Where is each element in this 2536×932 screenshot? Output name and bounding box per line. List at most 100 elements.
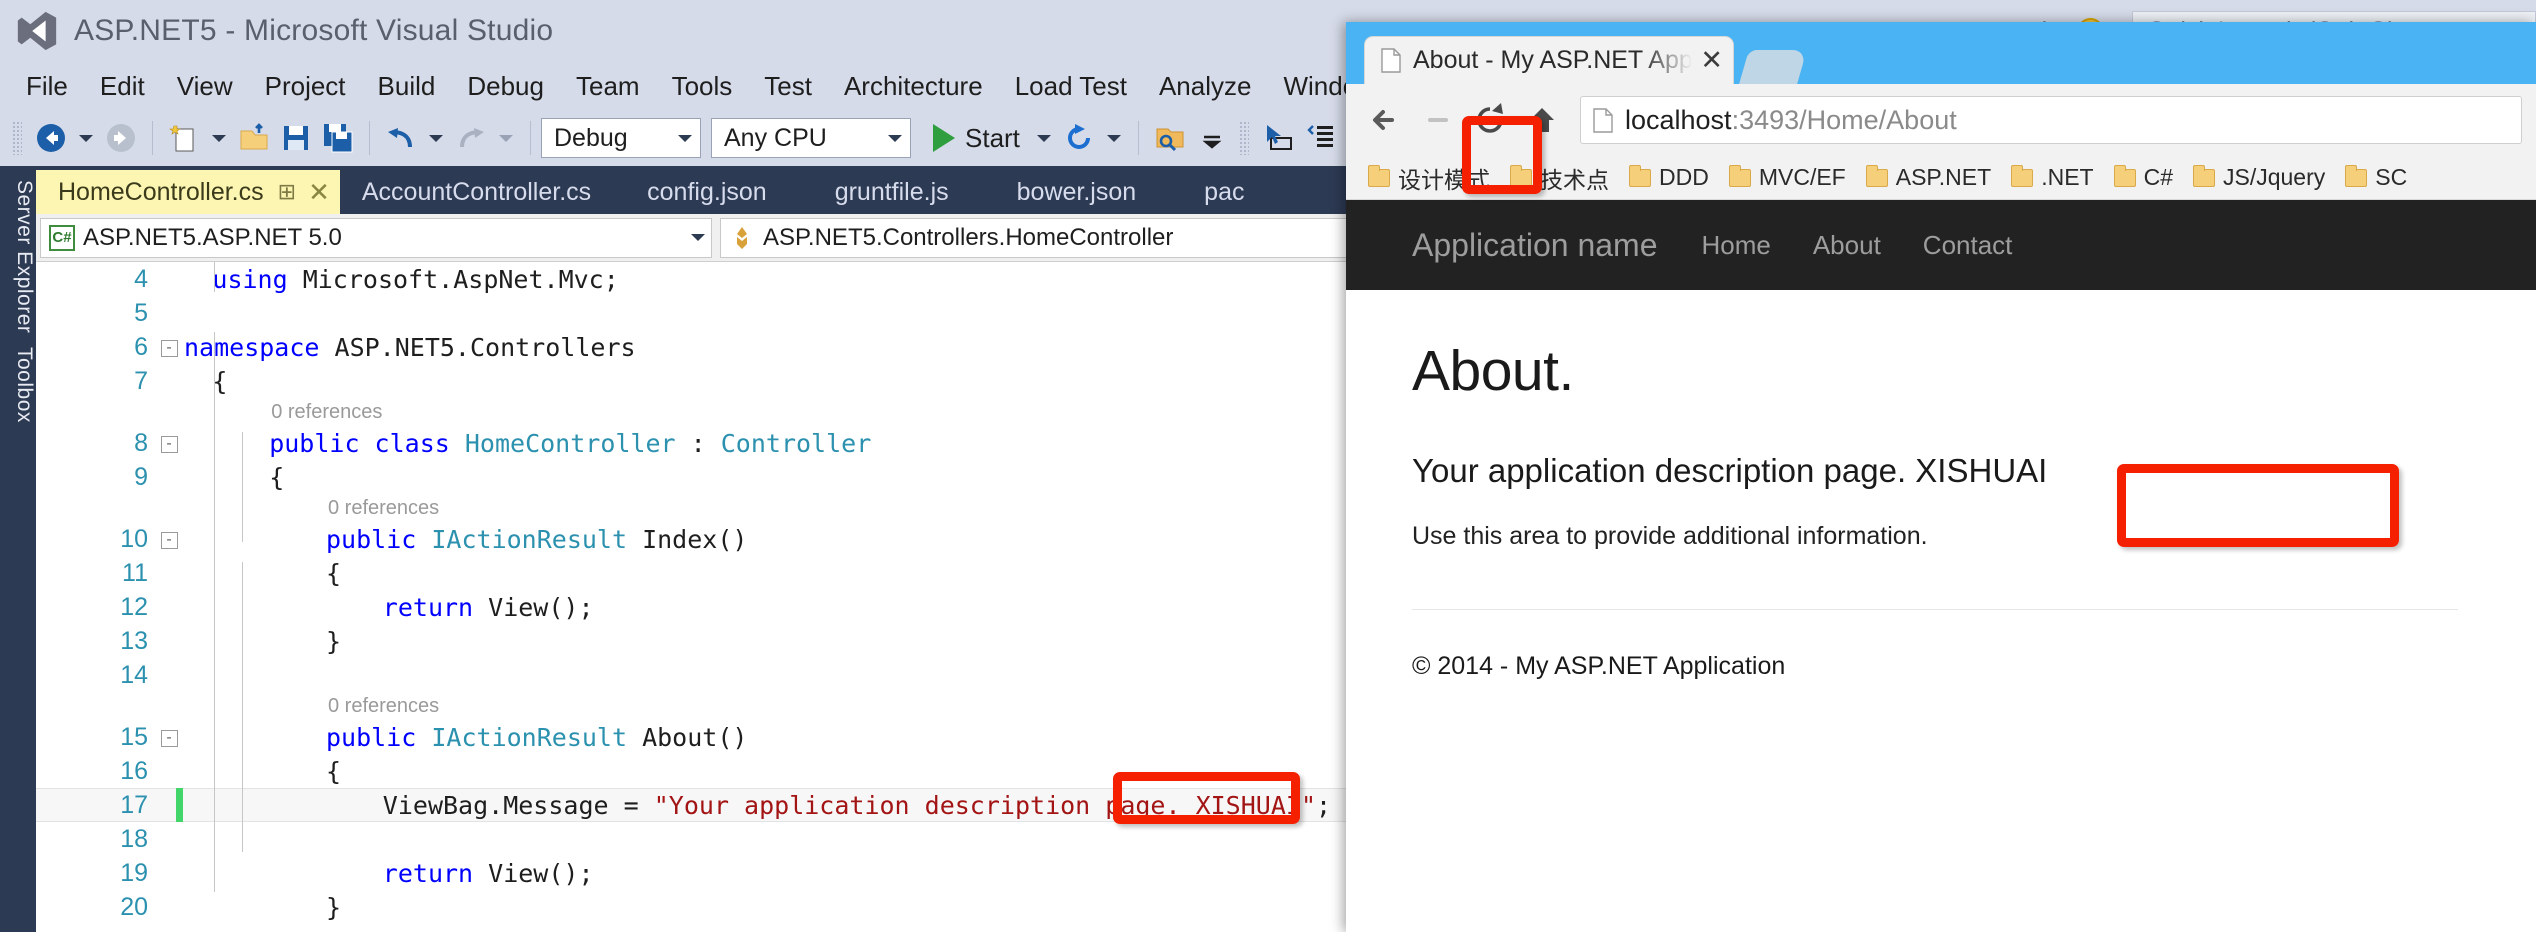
line-number: 14 bbox=[120, 660, 148, 689]
editor-tab-config-json[interactable]: config.json bbox=[613, 170, 801, 214]
bookmark-item[interactable]: ASP.NET bbox=[1856, 164, 2001, 191]
restart-icon[interactable] bbox=[1058, 117, 1100, 159]
code-token: IActionResult bbox=[431, 722, 643, 752]
collapse-icon[interactable]: - bbox=[160, 340, 178, 357]
bookmark-item[interactable]: .NET bbox=[2001, 164, 2103, 191]
start-debug-button[interactable]: Start bbox=[921, 123, 1026, 154]
project-scope-dropdown[interactable]: C# ASP.NET5.ASP.NET 5.0 bbox=[40, 217, 712, 258]
code-token: } bbox=[326, 626, 342, 656]
editor-tab-bower-json[interactable]: bower.json bbox=[983, 170, 1171, 214]
folder-icon bbox=[1865, 164, 1888, 187]
save-icon[interactable] bbox=[275, 117, 317, 159]
bookmark-item[interactable]: 技术点 bbox=[1500, 161, 1619, 195]
undo-icon[interactable] bbox=[380, 117, 422, 159]
menu-load-test[interactable]: Load Test bbox=[999, 67, 1143, 106]
sidebar-item-toolbox[interactable]: Toolbox bbox=[0, 333, 36, 423]
close-icon[interactable]: ✕ bbox=[308, 177, 330, 208]
undo-chevron-down-icon[interactable] bbox=[429, 134, 443, 142]
bookmark-item[interactable]: MVC/EF bbox=[1719, 164, 1856, 191]
collapse-icon[interactable]: - bbox=[160, 532, 178, 549]
menu-team[interactable]: Team bbox=[560, 67, 656, 106]
home-icon[interactable] bbox=[1516, 94, 1568, 146]
redo-icon[interactable] bbox=[450, 117, 492, 159]
bookmark-item[interactable]: DDD bbox=[1619, 164, 1719, 191]
collapse-icon[interactable]: - bbox=[160, 436, 178, 453]
bookmark-item[interactable]: SC bbox=[2335, 164, 2417, 191]
find-in-files-icon[interactable] bbox=[1149, 117, 1191, 159]
navigate-forward-icon[interactable] bbox=[100, 117, 142, 159]
site-nav-about[interactable]: About bbox=[1813, 230, 1881, 261]
back-arrow-icon[interactable] bbox=[1360, 94, 1412, 146]
restart-chevron-down-icon[interactable] bbox=[1106, 134, 1121, 142]
fold-toggle[interactable]: - bbox=[154, 723, 184, 752]
line-number: 16 bbox=[120, 756, 148, 785]
bookmark-item[interactable]: JS/Jquery bbox=[2183, 164, 2335, 191]
code-token: IActionResult bbox=[431, 524, 643, 554]
solution-platform-dropdown[interactable]: Any CPU bbox=[711, 118, 911, 158]
code-token: return bbox=[382, 858, 489, 888]
bookmark-item[interactable]: C# bbox=[2104, 164, 2183, 191]
menu-build[interactable]: Build bbox=[362, 67, 452, 106]
bookmark-item[interactable]: 设计模式 bbox=[1358, 161, 1500, 195]
browser-tab-about[interactable]: About - My ASP.NET Appl ✕ bbox=[1364, 36, 1734, 84]
collapse-icon[interactable]: - bbox=[160, 730, 178, 747]
pin-icon[interactable]: ⊞ bbox=[278, 179, 296, 205]
address-bar[interactable]: localhost:3493/Home/About bbox=[1580, 96, 2522, 144]
solution-configuration-dropdown[interactable]: Debug bbox=[541, 118, 701, 158]
fold-toggle[interactable]: - bbox=[154, 333, 184, 362]
toolbar-grip-2[interactable] bbox=[1238, 121, 1249, 155]
editor-tab-homecontroller[interactable]: HomeController.cs ⊞ ✕ bbox=[36, 170, 340, 214]
code-token: public bbox=[326, 722, 432, 752]
line-number: 4 bbox=[134, 264, 148, 293]
solution-explorer-icon[interactable] bbox=[1299, 117, 1341, 159]
bookmark-label: JS/Jquery bbox=[2222, 164, 2326, 190]
code-token: using bbox=[212, 264, 303, 294]
menu-project[interactable]: Project bbox=[249, 67, 362, 106]
toolbar-overflow-icon[interactable] bbox=[1191, 117, 1233, 159]
line-number: 13 bbox=[120, 626, 148, 655]
menu-view[interactable]: View bbox=[161, 67, 249, 106]
redo-chevron-down-icon[interactable] bbox=[499, 134, 513, 142]
structure-guide bbox=[242, 432, 243, 542]
tab-close-icon[interactable]: ✕ bbox=[1700, 45, 1723, 76]
reload-icon[interactable] bbox=[1464, 94, 1516, 146]
save-all-icon[interactable] bbox=[317, 117, 359, 159]
cursor-select-icon[interactable] bbox=[1257, 117, 1299, 159]
new-project-icon[interactable] bbox=[163, 117, 205, 159]
fold-toggle[interactable]: - bbox=[154, 525, 184, 554]
menu-file[interactable]: File bbox=[10, 67, 84, 106]
back-history-chevron-down-icon[interactable] bbox=[79, 134, 93, 142]
forward-arrow-icon[interactable] bbox=[1412, 94, 1464, 146]
bookmark-label: MVC/EF bbox=[1758, 164, 1846, 190]
editor-tab-gruntfile-js[interactable]: gruntfile.js bbox=[801, 170, 983, 214]
menu-analyze[interactable]: Analyze bbox=[1143, 67, 1268, 106]
site-nav-contact[interactable]: Contact bbox=[1923, 230, 2013, 261]
address-bar-url: localhost:3493/Home/About bbox=[1625, 105, 1957, 136]
folder-icon bbox=[1510, 164, 1532, 187]
new-tab-icon[interactable] bbox=[1739, 50, 1807, 84]
menu-test[interactable]: Test bbox=[748, 67, 828, 106]
menu-tools[interactable]: Tools bbox=[656, 67, 749, 106]
saved-change-marker bbox=[176, 788, 183, 822]
sidebar-item-server-explorer[interactable]: Server Explorer bbox=[0, 166, 36, 333]
bookmark-label: .NET bbox=[2041, 164, 2094, 190]
editor-tab-accountcontroller[interactable]: AccountController.cs bbox=[340, 170, 613, 214]
menu-architecture[interactable]: Architecture bbox=[828, 67, 999, 106]
page-title: About. bbox=[1412, 339, 1574, 403]
site-brand-link[interactable]: Application name bbox=[1412, 227, 1657, 264]
menu-edit[interactable]: Edit bbox=[84, 67, 161, 106]
url-path: :3493/Home/About bbox=[1731, 104, 1957, 135]
new-project-chevron-down-icon[interactable] bbox=[212, 134, 226, 142]
toolbar-grip[interactable] bbox=[12, 121, 22, 155]
chevron-down-icon bbox=[691, 234, 705, 241]
start-target-chevron-down-icon[interactable] bbox=[1036, 134, 1051, 142]
structure-guide bbox=[242, 562, 243, 852]
code-token: ViewBag.Message = bbox=[382, 790, 654, 820]
editor-tab-package-json[interactable]: pac bbox=[1170, 170, 1278, 214]
open-file-icon[interactable] bbox=[233, 117, 275, 159]
fold-toggle[interactable]: - bbox=[154, 429, 184, 458]
site-nav-home[interactable]: Home bbox=[1701, 230, 1770, 261]
start-button-label: Start bbox=[965, 122, 1020, 153]
menu-debug[interactable]: Debug bbox=[451, 67, 560, 106]
navigate-back-icon[interactable] bbox=[30, 117, 72, 159]
